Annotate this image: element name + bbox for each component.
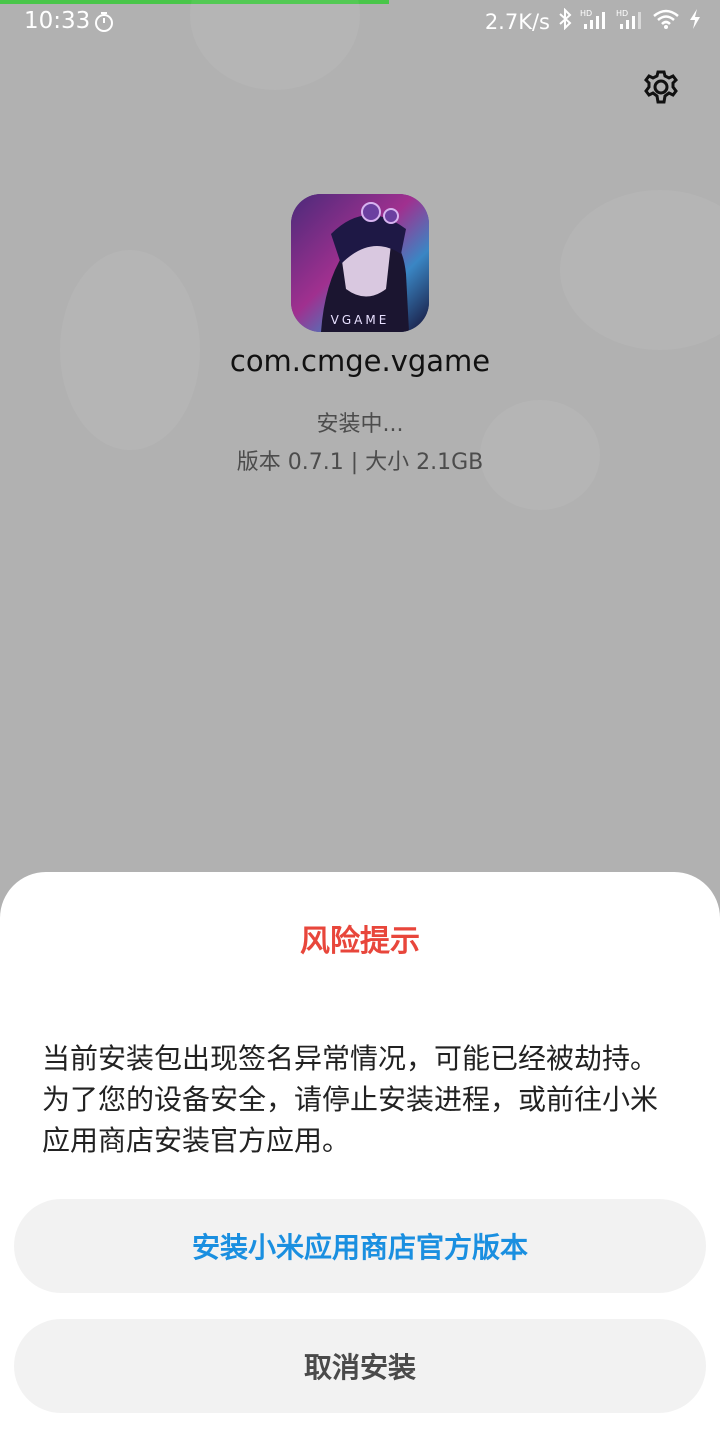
dialog-title: 风险提示 xyxy=(300,924,420,959)
version-size-info: 版本 0.7.1 | 大小 2.1GB xyxy=(236,450,484,475)
charging-icon xyxy=(688,8,702,36)
settings-button[interactable] xyxy=(640,66,682,108)
status-right-group: 2.7K/s HD HD xyxy=(484,7,702,36)
signal-hd-icon: HD xyxy=(616,8,644,36)
install-status: 安装中... xyxy=(316,412,404,437)
status-bar: 10:33 2.7K/s HD HD xyxy=(0,0,720,46)
installer-screen: 10:33 2.7K/s HD HD VGAME com.cmge.vgame … xyxy=(0,0,720,1440)
gear-icon xyxy=(644,70,678,104)
svg-text:HD: HD xyxy=(580,9,592,18)
app-icon-logo-text: VGAME xyxy=(331,313,390,327)
signal-hd-icon: HD xyxy=(580,8,608,36)
install-official-store-button[interactable]: 安装小米应用商店官方版本 xyxy=(14,1199,706,1293)
dialog-message: 当前安装包出现签名异常情况，可能已经被劫持。为了您的设备安全，请停止安装进程，或… xyxy=(42,1042,659,1157)
network-speed: 2.7K/s xyxy=(484,10,550,34)
cancel-install-button[interactable]: 取消安装 xyxy=(14,1319,706,1413)
status-time: 10:33 xyxy=(24,8,91,34)
timer-icon xyxy=(94,11,114,39)
risk-warning-dialog: 风险提示 当前安装包出现签名异常情况，可能已经被劫持。为了您的设备安全，请停止安… xyxy=(0,872,720,1440)
background-blob xyxy=(560,190,720,350)
bluetooth-icon xyxy=(558,7,572,36)
app-package-name: com.cmge.vgame xyxy=(229,344,491,378)
wifi-icon xyxy=(652,8,680,36)
svg-text:HD: HD xyxy=(616,9,628,18)
app-icon: VGAME xyxy=(291,194,429,332)
